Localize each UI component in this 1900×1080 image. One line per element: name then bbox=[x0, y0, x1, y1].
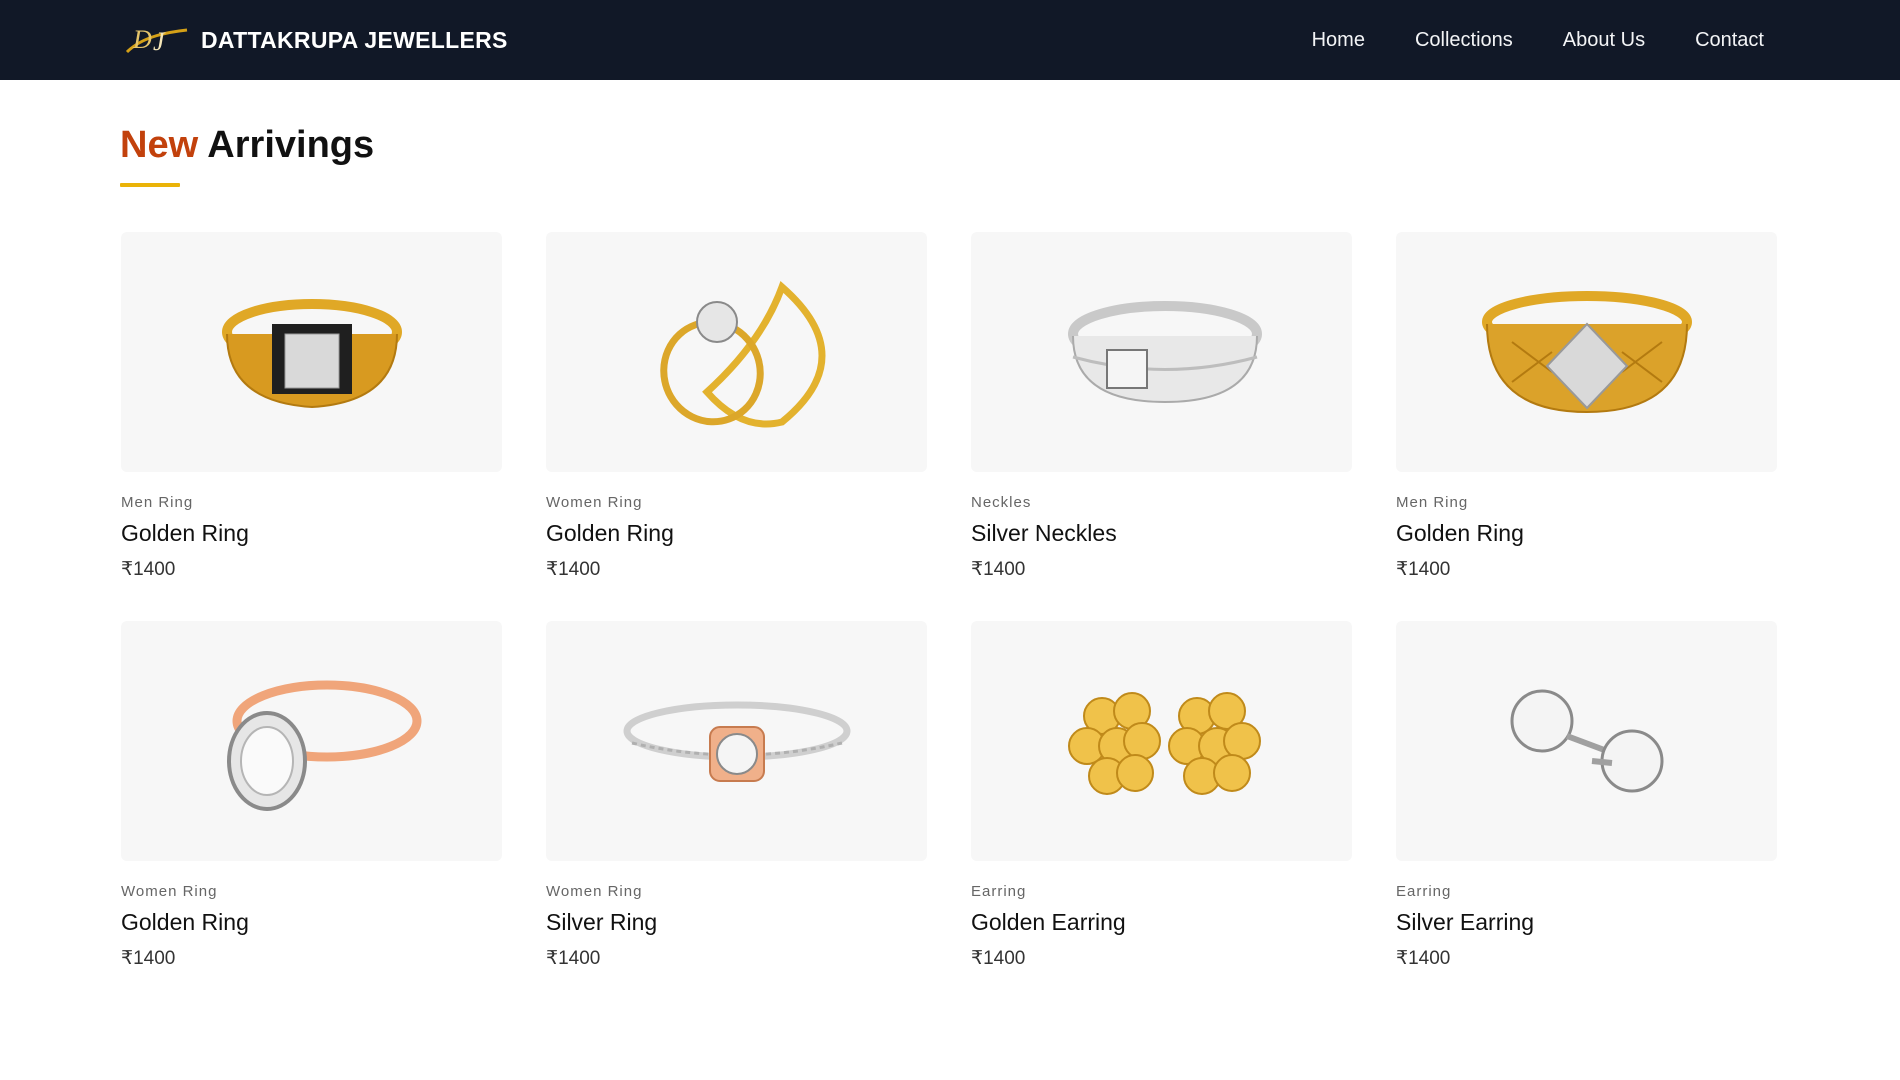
product-image bbox=[121, 621, 502, 861]
product-category: Earring bbox=[1396, 883, 1452, 900]
product-image bbox=[971, 621, 1352, 861]
product-card[interactable]: Men Ring Golden Ring ₹1400 bbox=[121, 232, 502, 581]
product-card[interactable]: Earring Golden Earring ₹1400 bbox=[971, 621, 1352, 970]
gold-teardrop-ring-image-icon bbox=[659, 280, 825, 428]
product-category: Men Ring bbox=[121, 494, 194, 511]
nav-links: Home Collections About Us Contact bbox=[1312, 0, 1764, 80]
product-grid: Men Ring Golden Ring ₹1400 Women Ring Go… bbox=[121, 232, 1777, 970]
product-category: Neckles bbox=[971, 494, 1032, 511]
product-title[interactable]: Silver Earring bbox=[1396, 909, 1777, 936]
product-image bbox=[1396, 232, 1777, 472]
product-price: ₹1400 bbox=[1396, 559, 1451, 580]
nav-link-about-us[interactable]: About Us bbox=[1563, 29, 1645, 52]
product-title[interactable]: Golden Ring bbox=[121, 520, 502, 547]
dj-monogram-logo-icon: D J bbox=[125, 25, 188, 56]
product-card[interactable]: Women Ring Golden Ring ₹1400 bbox=[121, 621, 502, 970]
gold-men-ring-image-icon bbox=[221, 299, 402, 409]
title-underline bbox=[120, 183, 180, 187]
section-header: New Arrivings bbox=[120, 122, 374, 187]
product-price: ₹1400 bbox=[971, 559, 1026, 580]
silver-band-ring-image-icon bbox=[1067, 301, 1262, 404]
product-image bbox=[546, 232, 927, 472]
product-title[interactable]: Silver Neckles bbox=[971, 520, 1352, 547]
gold-diamond-ring-image-icon bbox=[1481, 291, 1692, 414]
nav-link-contact[interactable]: Contact bbox=[1695, 29, 1764, 52]
product-image bbox=[546, 621, 927, 861]
brand[interactable]: D J DATTAKRUPA JEWELLERS bbox=[123, 22, 508, 58]
product-image bbox=[1396, 621, 1777, 861]
product-category: Women Ring bbox=[121, 883, 218, 900]
product-price: ₹1400 bbox=[546, 559, 601, 580]
section-title-rest: Arrivings bbox=[207, 124, 375, 166]
product-title[interactable]: Golden Ring bbox=[121, 909, 502, 936]
product-title[interactable]: Silver Ring bbox=[546, 909, 927, 936]
product-card[interactable]: Men Ring Golden Ring ₹1400 bbox=[1396, 232, 1777, 581]
section-title-accent: New bbox=[120, 124, 199, 166]
silver-solitaire-ring-image-icon bbox=[623, 701, 850, 782]
section-title: New Arrivings bbox=[120, 122, 374, 168]
product-title[interactable]: Golden Ring bbox=[546, 520, 927, 547]
product-title[interactable]: Golden Earring bbox=[971, 909, 1352, 936]
product-card[interactable]: Women Ring Golden Ring ₹1400 bbox=[546, 232, 927, 581]
nav-link-home[interactable]: Home bbox=[1312, 29, 1365, 52]
product-title[interactable]: Golden Ring bbox=[1396, 520, 1777, 547]
product-card[interactable]: Women Ring Silver Ring ₹1400 bbox=[546, 621, 927, 970]
nav-link-collections[interactable]: Collections bbox=[1415, 29, 1513, 52]
product-category: Earring bbox=[971, 883, 1027, 900]
product-price: ₹1400 bbox=[546, 948, 601, 969]
product-category: Men Ring bbox=[1396, 494, 1469, 511]
product-image bbox=[971, 232, 1352, 472]
gold-flower-earrings-image-icon bbox=[1067, 692, 1261, 795]
product-category: Women Ring bbox=[546, 883, 643, 900]
product-price: ₹1400 bbox=[121, 948, 176, 969]
brand-name: DATTAKRUPA JEWELLERS bbox=[201, 26, 508, 53]
rose-gold-halo-ring-image-icon bbox=[226, 680, 421, 811]
navbar: D J DATTAKRUPA JEWELLERS Home Collection… bbox=[0, 0, 1900, 80]
product-category: Women Ring bbox=[546, 494, 643, 511]
silver-stud-earrings-image-icon bbox=[1510, 689, 1663, 793]
product-image bbox=[121, 232, 502, 472]
product-price: ₹1400 bbox=[971, 948, 1026, 969]
svg-text:D: D bbox=[132, 25, 152, 54]
product-card[interactable]: Neckles Silver Neckles ₹1400 bbox=[971, 232, 1352, 581]
svg-text:J: J bbox=[153, 27, 166, 56]
product-price: ₹1400 bbox=[121, 559, 176, 580]
product-card[interactable]: Earring Silver Earring ₹1400 bbox=[1396, 621, 1777, 970]
product-price: ₹1400 bbox=[1396, 948, 1451, 969]
